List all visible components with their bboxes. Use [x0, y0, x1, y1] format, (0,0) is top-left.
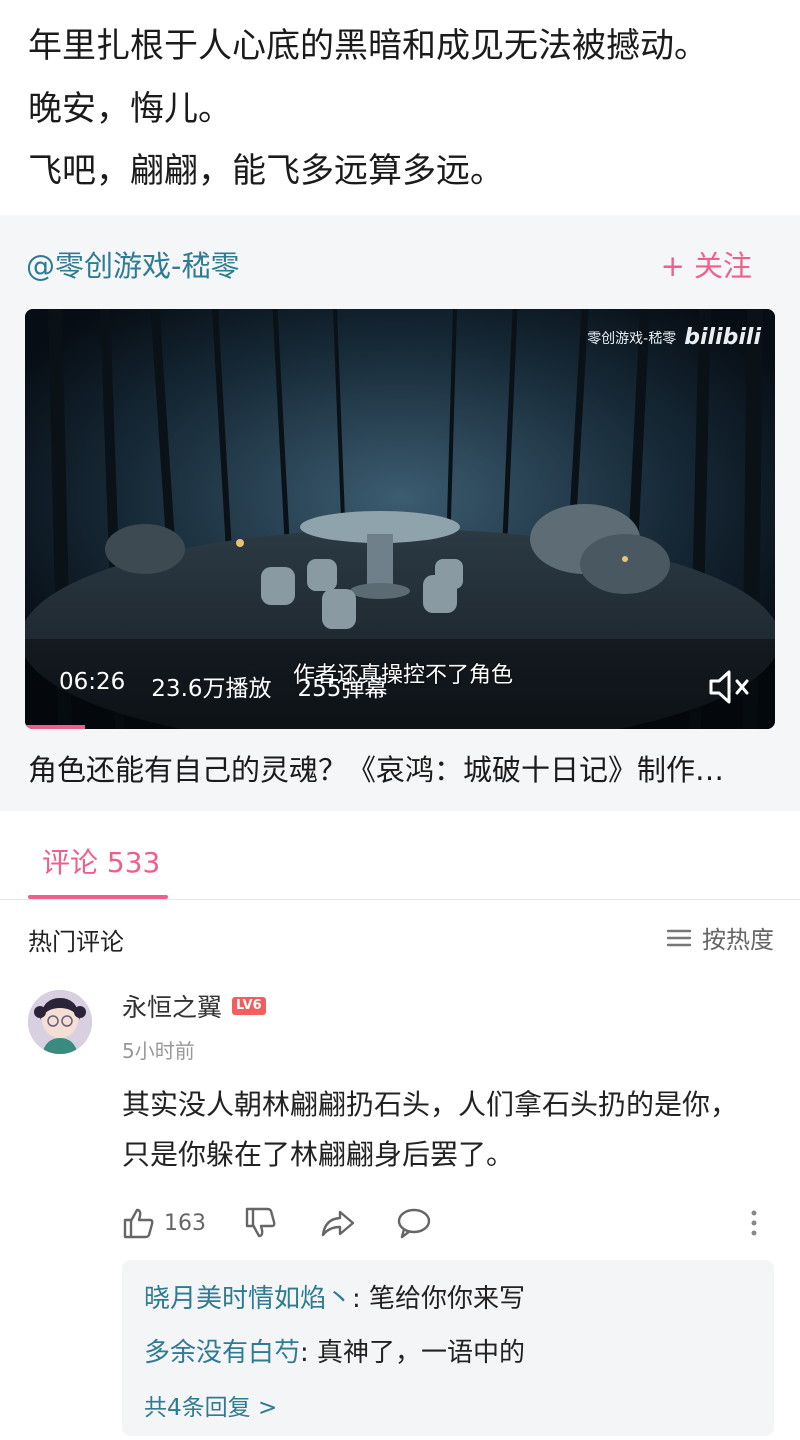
video-author-link[interactable]: @零创游戏-嵇零 — [26, 243, 239, 285]
shared-video-card[interactable]: @零创游戏-嵇零 + 关注 零创游戏-嵇零 bilibili 作者还真操控不了角… — [0, 215, 800, 811]
reply-item[interactable]: 多余没有白芍: 真神了，一语中的 — [144, 1332, 525, 1369]
view-all-replies-link[interactable]: 共4条回复 > — [144, 1388, 277, 1422]
username-text[interactable]: 永恒之翼 — [122, 988, 222, 1024]
hot-comments-title: 热门评论 — [28, 928, 124, 956]
reply-button[interactable] — [396, 1206, 432, 1240]
video-stats: 06:26 23.6万播放 255弹幕 — [59, 669, 387, 703]
reply-text: : 真神了，一语中的 — [300, 1338, 526, 1368]
video-player[interactable]: 零创游戏-嵇零 bilibili 作者还真操控不了角色 06:26 23.6万播… — [25, 309, 775, 729]
follow-button[interactable]: + 关注 — [660, 243, 752, 285]
reply-preview-box[interactable]: 晓月美时情如焰丶: 笔给你你来写 多余没有白芍: 真神了，一语中的 共4条回复 … — [122, 1260, 774, 1436]
comment-actions: 163 — [122, 1206, 772, 1246]
comment-username[interactable]: 永恒之翼 LV6 — [122, 988, 266, 1024]
dislike-button[interactable] — [244, 1206, 278, 1240]
reply-text: : 笔给你你来写 — [352, 1284, 526, 1314]
video-progress-bar[interactable] — [25, 725, 85, 729]
watermark-text: 零创游戏-嵇零 — [587, 330, 677, 347]
like-button[interactable]: 163 — [122, 1206, 206, 1240]
video-watermark: 零创游戏-嵇零 bilibili — [587, 325, 761, 350]
tab-active-indicator — [28, 895, 168, 899]
video-danmaku-count: 255弹幕 — [297, 676, 388, 702]
bilibili-logo: bilibili — [684, 325, 761, 350]
reply-item[interactable]: 晓月美时情如焰丶: 笔给你你来写 — [144, 1278, 525, 1315]
video-plays: 23.6万播放 — [151, 676, 272, 702]
thumbs-up-icon — [123, 1208, 154, 1239]
reply-username[interactable]: 多余没有白芍 — [144, 1338, 300, 1368]
article-line: 年里扎根于人心底的黑暗和成见无法被撼动。 — [28, 26, 708, 66]
article-text: 年里扎根于人心底的黑暗和成见无法被撼动。 晚安，悔儿。 飞吧，翩翩，能飞多远算多… — [0, 0, 800, 215]
article-line: 飞吧，翩翩，能飞多远算多远。 — [28, 151, 504, 191]
mute-icon[interactable] — [707, 667, 753, 711]
video-title[interactable]: 角色还能有自己的灵魂？《哀鸿：城破十日记》制作… — [28, 747, 724, 789]
comment-tab-bar: 评论 533 — [0, 811, 800, 900]
avatar[interactable] — [28, 990, 92, 1054]
comment-time: 5小时前 — [122, 1039, 195, 1063]
share-icon — [321, 1210, 355, 1237]
more-vertical-icon — [751, 1210, 757, 1236]
share-button[interactable] — [320, 1206, 356, 1240]
comment-text: 其实没人朝林翩翩扔石头，人们拿石头扔的是你，只是你躲在了林翩翩身后罢了。 — [122, 1088, 739, 1171]
comment-item: 永恒之翼 LV6 5小时前 其实没人朝林翩翩扔石头，人们拿石头扔的是你，只是你躲… — [0, 970, 800, 1440]
comment-bubble-icon — [397, 1208, 431, 1239]
video-duration: 06:26 — [59, 669, 126, 695]
reply-username[interactable]: 晓月美时情如焰丶 — [144, 1284, 352, 1314]
sort-icon — [666, 929, 692, 946]
level-badge: LV6 — [232, 997, 266, 1015]
sort-button[interactable]: 按热度 — [666, 920, 774, 955]
article-line: 晚安，悔儿。 — [28, 89, 232, 129]
sort-label: 按热度 — [702, 926, 774, 954]
tab-comments[interactable]: 评论 533 — [42, 841, 160, 881]
more-options-button[interactable] — [748, 1206, 760, 1240]
like-count: 163 — [164, 1210, 206, 1236]
hot-comments-header: 热门评论 按热度 — [0, 900, 800, 970]
thumbs-down-icon — [245, 1207, 276, 1238]
